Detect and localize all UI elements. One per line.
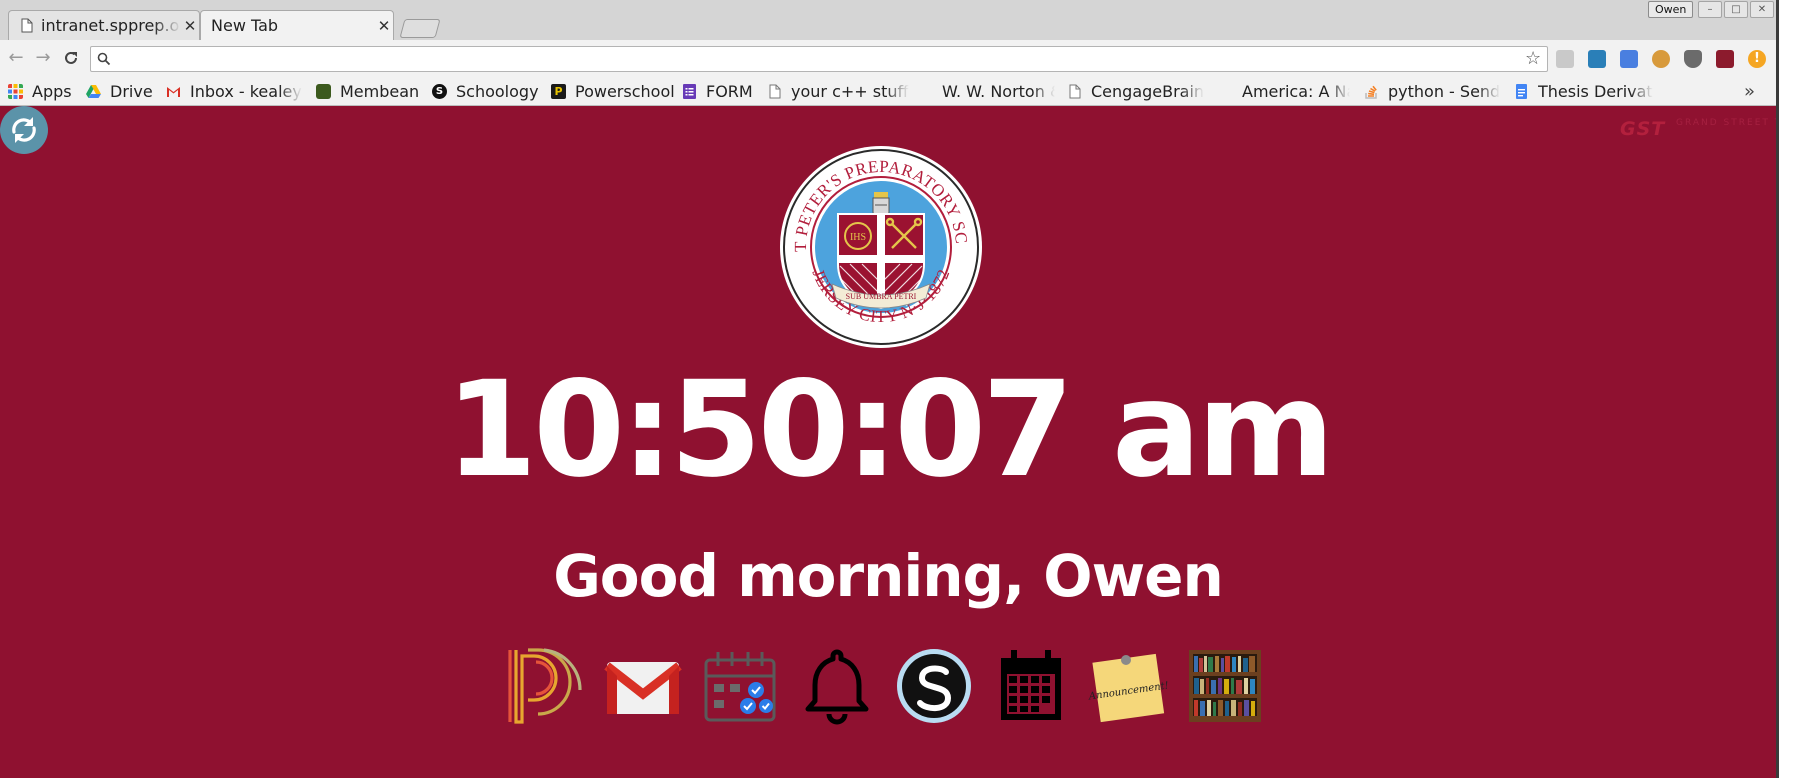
app-powerschool[interactable]: [506, 646, 586, 726]
bookmark-label: Inbox - kealey: [190, 82, 302, 101]
bookmark-powerschool[interactable]: P Powerschool: [551, 81, 675, 102]
bookmark-label: Powerschool: [575, 82, 675, 101]
bookmark-schoology[interactable]: S Schoology: [432, 81, 544, 102]
window-right-edge: [1776, 0, 1802, 778]
bookmark-star-icon[interactable]: ☆: [1525, 48, 1541, 69]
bookmarks-bar: Apps Drive Inbox - kealey Membean S Scho…: [0, 78, 1802, 106]
close-icon[interactable]: ✕: [1750, 1, 1774, 18]
powerschool-icon: [508, 648, 582, 724]
bookmark-label: python - Send: [1388, 82, 1501, 101]
school-seal: SAINT PETER'S PREPARATORY SCHOOL JERSEY …: [778, 144, 982, 348]
clock: 10:50:07 am: [445, 353, 1334, 507]
drive-icon: [86, 85, 101, 98]
address-input[interactable]: [117, 49, 1521, 71]
app-library[interactable]: [1185, 646, 1265, 726]
app-calendar-tasks[interactable]: [700, 646, 780, 726]
bookmark-label: your c++ stuff: [791, 82, 909, 101]
bookmark-label: Thesis Derivat: [1538, 82, 1653, 101]
toolbar: ← → ☆ !: [0, 40, 1802, 78]
forms-icon: [683, 84, 696, 99]
bookmark-label: CengageBrain: [1091, 82, 1205, 101]
bookmark-cpp[interactable]: your c++ stuff: [767, 81, 925, 102]
cookie-icon[interactable]: [1652, 50, 1670, 68]
bell-icon: [805, 649, 869, 725]
announcement-note-icon: Announcement!: [1087, 653, 1169, 723]
bookmark-label: Apps: [32, 82, 72, 101]
extension-1-icon[interactable]: [1556, 50, 1574, 68]
search-icon: [97, 52, 111, 66]
new-tab-button[interactable]: [399, 19, 441, 38]
calendar-check-icon: [704, 652, 776, 722]
bookmark-inbox[interactable]: Inbox - kealey: [166, 81, 306, 102]
seal-motto: SUB UMBRA PETRI: [846, 292, 917, 301]
forward-icon[interactable]: →: [32, 47, 54, 69]
bookmark-apps[interactable]: Apps: [8, 81, 78, 102]
bookmark-label: Membean: [340, 82, 420, 101]
bookmark-drive[interactable]: Drive: [86, 81, 158, 102]
app-calendar[interactable]: [991, 646, 1071, 726]
tab-strip: intranet.spprep.o ✕ New Tab ✕ Owen – □ ✕: [0, 0, 1802, 40]
page-icon: [21, 18, 33, 33]
schoology-icon: [897, 649, 971, 723]
grand-street-logo: GST GRAND STREET TECHNOLOGIES: [1620, 118, 1802, 140]
reload-icon[interactable]: [60, 47, 82, 69]
ublock-icon[interactable]: [1684, 50, 1702, 68]
helmet-crest: [872, 192, 890, 217]
membean-icon: [316, 84, 331, 99]
tab-title: intranet.spprep.o: [41, 16, 180, 35]
bookmark-label: Drive: [110, 82, 153, 101]
tab-close-icon[interactable]: ✕: [181, 17, 199, 35]
bookmark-label: Schoology: [456, 82, 539, 101]
app-gmail[interactable]: [603, 646, 683, 726]
pin-icon: [1121, 655, 1131, 665]
stackoverflow-icon: [1365, 85, 1377, 99]
bookmark-thesis[interactable]: Thesis Derivat: [1514, 81, 1654, 102]
alert-icon[interactable]: !: [1748, 50, 1766, 68]
tab-title: New Tab: [211, 16, 279, 35]
greeting: Good morning, Owen: [553, 542, 1224, 610]
bookshelf-icon: [1189, 650, 1261, 722]
gmail-icon: [167, 87, 180, 97]
tab-new-tab[interactable]: New Tab ✕: [200, 10, 394, 40]
new-tab-page: GST GRAND STREET TECHNOLOGIES SAINT PETE…: [0, 106, 1802, 778]
bookmark-label: W. W. Norton &: [942, 82, 1055, 101]
bookmark-python[interactable]: python - Send: [1364, 81, 1504, 102]
maximize-icon[interactable]: □: [1724, 1, 1748, 18]
app-bell-schedule[interactable]: [797, 646, 877, 726]
gst-mark: GST: [1620, 118, 1666, 140]
page-icon: [1069, 84, 1081, 99]
sync-arrows-icon: [12, 117, 36, 143]
address-bar[interactable]: [90, 46, 1548, 72]
profile-button[interactable]: Owen: [1648, 1, 1694, 18]
seal-monogram: IHS: [850, 232, 866, 243]
back-icon[interactable]: ←: [5, 47, 27, 69]
extension-2-icon[interactable]: [1588, 50, 1606, 68]
calendar-icon: [1001, 650, 1061, 720]
app-schoology[interactable]: [894, 646, 974, 726]
schoology-icon: S: [432, 84, 447, 99]
refresh-background-button[interactable]: [0, 106, 48, 154]
bookmarks-overflow-button[interactable]: »: [1744, 81, 1760, 102]
tab-intranet[interactable]: intranet.spprep.o ✕: [8, 10, 200, 40]
apps-grid-icon: [8, 84, 23, 99]
minimize-icon[interactable]: –: [1698, 1, 1722, 18]
translate-icon[interactable]: [1620, 50, 1638, 68]
app-announcements[interactable]: Announcement!: [1087, 646, 1169, 726]
bookmark-form[interactable]: FORM: [682, 81, 758, 102]
bookmark-cengage[interactable]: CengageBrain: [1067, 81, 1232, 102]
powerschool-icon: P: [551, 84, 566, 99]
bookmark-membean[interactable]: Membean: [316, 81, 424, 102]
bookmark-norton[interactable]: W. W. Norton &: [942, 81, 1055, 102]
tab-close-icon[interactable]: ✕: [375, 17, 393, 35]
bookmark-label: America: A Nar: [1242, 82, 1350, 101]
bookmark-label: FORM: [706, 82, 753, 101]
gmail-icon: [604, 662, 682, 714]
page-icon: [769, 84, 781, 99]
bookmark-america[interactable]: America: A Nar: [1242, 81, 1350, 102]
extension-6-icon[interactable]: [1716, 50, 1734, 68]
docs-icon: [1516, 84, 1527, 99]
